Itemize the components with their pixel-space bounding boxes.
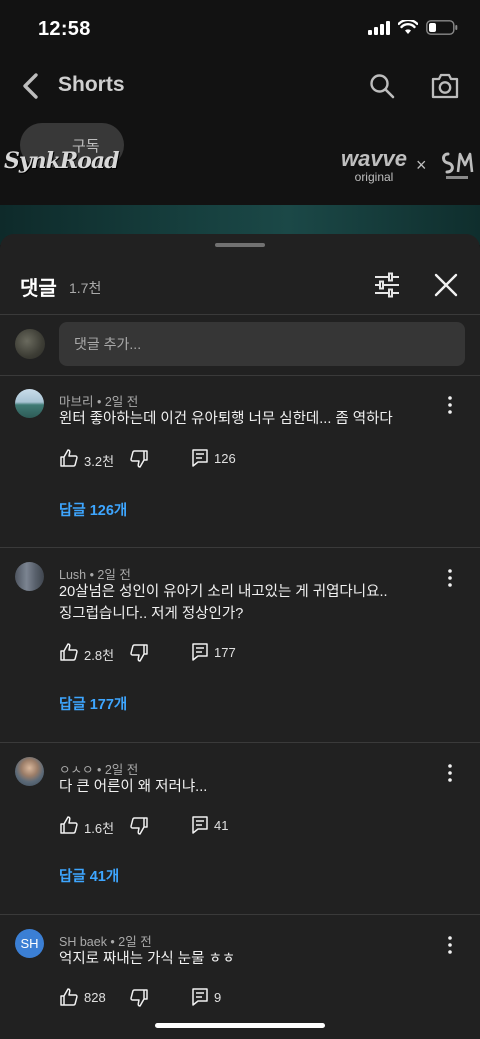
dislike-icon[interactable] — [129, 449, 149, 469]
comment-actions: 3.2천 126 — [59, 448, 319, 472]
view-replies-link[interactable]: 답글 177개 — [59, 693, 127, 714]
avatar-initials: SH — [20, 936, 39, 951]
view-replies-link[interactable]: 답글 126개 — [59, 499, 127, 520]
reply-icon[interactable] — [190, 448, 210, 468]
like-icon[interactable] — [59, 987, 79, 1007]
comment-count: 1.7천 — [69, 280, 102, 296]
comment-item: 마브리 • 2일 전 윈터 좋아하는데 이건 유아퇴행 너무 심한데... 좀 … — [0, 375, 480, 547]
comment-item: Lush • 2일 전 20살넘은 성인이 유아기 소리 내고있는 게 귀엽다니… — [0, 548, 480, 742]
avatar[interactable] — [15, 389, 44, 418]
partner-logo-main: wavve — [340, 146, 408, 171]
comment-text: 윈터 좋아하는데 이건 유아퇴행 너무 심한데... 좀 역하다 — [59, 411, 393, 427]
wifi-icon — [398, 20, 418, 34]
more-options-icon[interactable] — [441, 763, 459, 783]
comment-text: 다 큰 어른이 왜 저러냐... — [59, 779, 208, 795]
sheet-title: 댓글 — [20, 278, 57, 300]
dislike-icon[interactable] — [129, 816, 149, 836]
like-icon[interactable] — [59, 642, 79, 662]
page-title: Shorts — [58, 73, 125, 96]
search-icon[interactable] — [368, 72, 396, 100]
like-count: 828 — [84, 990, 106, 1005]
camera-icon[interactable] — [430, 72, 460, 100]
status-bar: 12:58 — [0, 0, 480, 60]
comment-item: SH SH baek • 2일 전 억지로 짜내는 가식 눈물 ㅎㅎ 828 9 — [0, 915, 480, 1039]
status-icons — [368, 20, 458, 35]
like-count: 1.6천 — [84, 821, 115, 836]
comment-actions: 1.6천 41 — [59, 815, 319, 839]
view-replies-link[interactable]: 답글 41개 — [59, 865, 119, 886]
sort-filter-icon[interactable] — [373, 272, 401, 298]
status-time: 12:58 — [38, 18, 91, 40]
home-indicator[interactable] — [155, 1023, 325, 1028]
comment-item: ㅇㅅㅇ • 2일 전 다 큰 어른이 왜 저러냐... 1.6천 41 답글 4… — [0, 743, 480, 914]
more-options-icon[interactable] — [441, 395, 459, 415]
like-count: 2.8천 — [84, 648, 115, 663]
reply-count: 9 — [214, 990, 222, 1005]
comment-text: 억지로 짜내는 가식 눈물 ㅎㅎ — [59, 951, 236, 967]
comment-text: 징그럽습니다.. 저게 정상인가? — [59, 606, 244, 622]
close-icon[interactable] — [432, 271, 460, 299]
reply-count: 41 — [214, 818, 229, 833]
reply-icon[interactable] — [190, 642, 210, 662]
back-arrow-icon[interactable] — [18, 70, 46, 102]
comment-text: 20살넘은 성인이 유아기 소리 내고있는 게 귀엽다니요.. — [59, 584, 388, 600]
avatar[interactable]: SH — [15, 929, 44, 958]
avatar[interactable] — [15, 757, 44, 786]
add-comment-input[interactable]: 댓글 추가... — [59, 322, 465, 366]
reply-count: 177 — [214, 645, 236, 660]
divider — [0, 314, 480, 315]
comments-sheet: 댓글 1.7천 댓글 추가... 마브리 • 2일 전 윈터 좋아하는데 이건 … — [0, 234, 480, 1039]
like-icon[interactable] — [59, 815, 79, 835]
reply-count: 126 — [214, 451, 236, 466]
reply-icon[interactable] — [190, 815, 210, 835]
avatar[interactable] — [15, 562, 44, 591]
like-count: 3.2천 — [84, 454, 115, 469]
dislike-icon[interactable] — [129, 988, 149, 1008]
sheet-drag-handle[interactable] — [215, 243, 265, 247]
my-avatar — [15, 329, 45, 359]
battery-icon — [426, 20, 458, 35]
channel-logo: SynkRoad — [4, 148, 120, 174]
partner-logo-sub: original — [354, 170, 394, 184]
signal-icon — [368, 20, 390, 35]
comment-actions: 828 9 — [59, 987, 319, 1011]
partner-logo: wavve original — [334, 146, 414, 185]
collab-cross: × — [416, 155, 427, 175]
like-icon[interactable] — [59, 448, 79, 468]
dislike-icon[interactable] — [129, 643, 149, 663]
reply-icon[interactable] — [190, 987, 210, 1007]
more-options-icon[interactable] — [441, 935, 459, 955]
more-options-icon[interactable] — [441, 568, 459, 588]
sm-logo-icon — [442, 152, 474, 179]
comment-actions: 2.8천 177 — [59, 642, 319, 666]
top-bar: Shorts — [0, 64, 480, 108]
